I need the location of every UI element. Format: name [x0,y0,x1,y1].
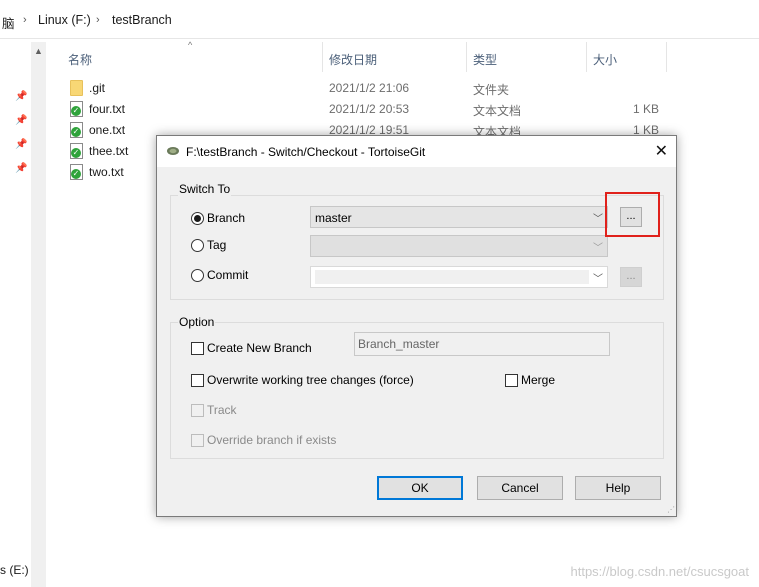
file-type: 文本文档 [473,104,522,118]
file-size: 1 KB [632,102,659,116]
text-file-git-icon: ✓ [70,101,83,117]
branch-radio-label[interactable]: Branch [207,211,245,225]
branch-select[interactable]: master ﹀ [310,206,608,228]
pin-icon[interactable]: 📌 [15,115,27,126]
resize-grip-icon[interactable]: ⋰ [667,505,675,514]
column-divider[interactable] [322,42,323,72]
new-branch-name-input[interactable]: Branch_master [354,332,610,356]
column-type-header[interactable]: 类型 [473,51,497,68]
create-new-branch-checkbox[interactable] [191,342,204,355]
chevron-right-icon[interactable]: › [23,14,27,26]
file-name: two.txt [89,165,124,179]
override-checkbox[interactable] [191,434,204,447]
dialog-titlebar[interactable]: F:\testBranch - Switch/Checkout - Tortoi… [157,136,676,167]
overwrite-checkbox[interactable] [191,374,204,387]
column-divider[interactable] [586,42,587,72]
track-label: Track [207,403,237,417]
tag-radio-label[interactable]: Tag [207,238,226,252]
chevron-right-icon[interactable]: › [96,14,100,26]
tag-radio[interactable] [191,239,204,252]
breadcrumb-item-drive[interactable]: Linux (F:) [38,13,91,27]
file-row[interactable]: .git 2021/1/2 21:06 文件夹 [66,78,706,99]
highlight-box [605,192,660,237]
nav-scrollbar[interactable]: ▲ [31,42,46,587]
column-divider[interactable] [666,42,667,72]
help-button[interactable]: Help [575,476,661,500]
address-bar[interactable]: 脑 › Linux (F:) › testBranch [0,0,759,39]
column-divider[interactable] [466,42,467,72]
breadcrumb-item-pc[interactable]: 脑 [2,13,15,32]
column-size-header[interactable]: 大小 [593,51,617,68]
create-new-branch-label[interactable]: Create New Branch [207,341,312,355]
navigation-pane: 📌 📌 📌 📌 [0,39,30,587]
override-label: Override branch if exists [207,433,337,447]
merge-checkbox[interactable] [505,374,518,387]
pin-icon[interactable]: 📌 [15,139,27,150]
file-date: 2021/1/2 21:06 [329,81,410,95]
nav-item-drive-e[interactable]: s (E:) [0,563,29,577]
merge-label[interactable]: Merge [521,373,555,387]
chevron-down-icon[interactable]: ﹀ [593,270,603,285]
file-row[interactable]: ✓ four.txt 2021/1/2 20:53 文本文档 1 KB [66,99,706,120]
new-branch-name-value: Branch_master [358,337,440,351]
column-date-header[interactable]: 修改日期 [329,51,377,68]
pin-icon[interactable]: 📌 [15,91,27,102]
option-label: Option [178,315,216,329]
text-file-git-icon: ✓ [70,164,83,180]
ok-button[interactable]: OK [377,476,463,500]
browse-commit-button[interactable]: ... [620,267,642,287]
tag-select[interactable]: ﹀ [310,235,608,257]
pin-icon[interactable]: 📌 [15,163,27,174]
overwrite-label[interactable]: Overwrite working tree changes (force) [207,373,414,387]
text-file-git-icon: ✓ [70,122,83,138]
text-file-git-icon: ✓ [70,143,83,159]
track-checkbox[interactable] [191,404,204,417]
branch-radio[interactable] [191,212,204,225]
commit-radio-label[interactable]: Commit [207,268,248,282]
column-name-header[interactable]: 名称 [68,51,92,68]
file-name: one.txt [89,123,126,137]
close-icon[interactable]: ✕ [655,141,668,161]
tortoisegit-icon [167,147,179,155]
file-type: 文件夹 [473,83,510,97]
switch-checkout-dialog: F:\testBranch - Switch/Checkout - Tortoi… [156,135,677,517]
watermark: https://blog.csdn.net/csucsgoat [570,564,750,579]
commit-select[interactable]: ﹀ [310,266,608,288]
breadcrumb-item-folder[interactable]: testBranch [112,13,172,27]
file-name: .git [89,81,106,95]
folder-icon [70,80,83,96]
cancel-button[interactable]: Cancel [477,476,563,500]
switch-to-label: Switch To [178,182,232,196]
file-date: 2021/1/2 20:53 [329,102,410,116]
dialog-title: F:\testBranch - Switch/Checkout - Tortoi… [186,145,426,159]
chevron-down-icon[interactable]: ﹀ [593,210,603,225]
commit-radio[interactable] [191,269,204,282]
commit-input[interactable] [315,270,589,284]
branch-select-value: master [315,211,352,225]
file-name: thee.txt [89,144,129,158]
chevron-down-icon: ﹀ [593,243,603,254]
column-headers: 名称 修改日期 类型 大小 [0,42,759,72]
file-name: four.txt [89,102,126,116]
